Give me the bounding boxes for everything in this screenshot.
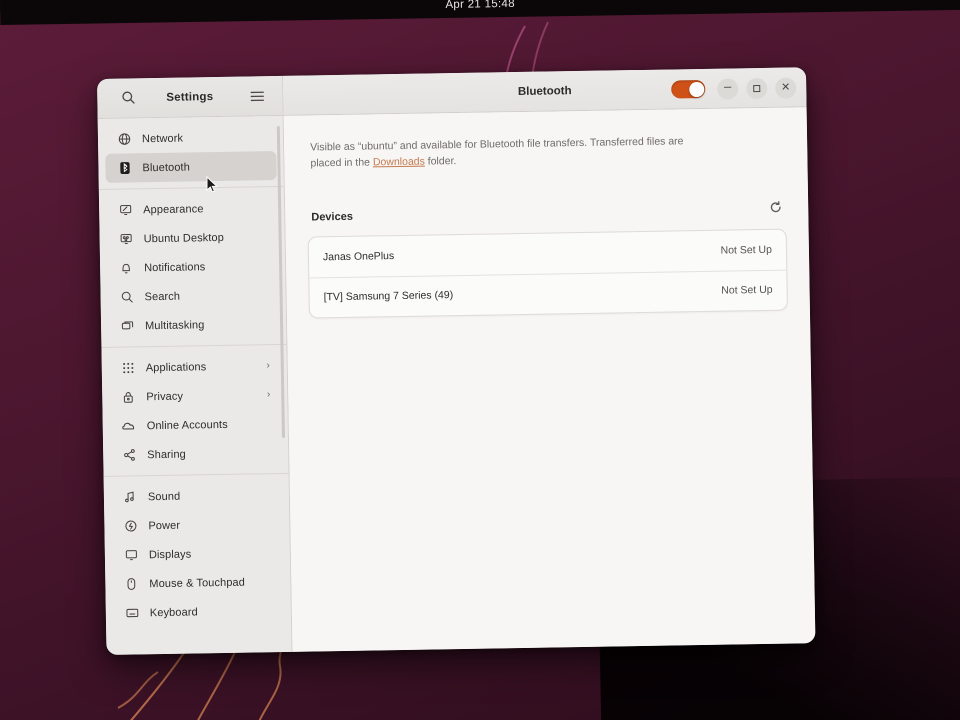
status-badge: Not Set Up	[721, 283, 773, 297]
search-icon[interactable]	[121, 90, 135, 109]
settings-window[interactable]: Settings Bluetooth – ✕ Network Bluetooth…	[97, 67, 816, 655]
sidebar-item-online-accounts[interactable]: Online Accounts	[110, 409, 281, 441]
sidebar-label: Notifications	[144, 260, 206, 274]
close-button[interactable]: ✕	[775, 76, 797, 99]
sidebar-label: Applications	[145, 360, 207, 374]
search-icon	[118, 290, 136, 303]
page-title: Bluetooth	[517, 84, 572, 98]
sidebar-label: Multitasking	[144, 318, 205, 332]
mouse-pointer-icon	[206, 176, 218, 193]
sidebar-label: Sharing	[147, 448, 186, 461]
sidebar-item-notifications[interactable]: Notifications	[107, 251, 278, 283]
sidebar-label: Search	[144, 290, 181, 303]
sidebar-label: Appearance	[143, 202, 204, 216]
sidebar-item-mouse-touchpad[interactable]: Mouse & Touchpad	[112, 567, 283, 599]
status-badge: Not Set Up	[720, 243, 773, 257]
sidebar-item-power[interactable]: Power	[111, 509, 282, 541]
devices-heading: Devices	[311, 210, 354, 223]
sidebar-item-network[interactable]: Network	[105, 122, 276, 154]
display-monitor-icon	[122, 548, 140, 561]
sidebar-headerbar: Settings	[97, 75, 284, 119]
sidebar-label: Keyboard	[149, 605, 198, 619]
minimize-button[interactable]: –	[717, 77, 739, 100]
music-note-icon	[121, 490, 139, 503]
devices-section-header: Devices	[311, 200, 782, 226]
sidebar-divider	[103, 472, 289, 477]
bluetooth-power-toggle[interactable]	[671, 79, 706, 99]
device-name: Janas OnePlus	[322, 249, 395, 263]
sidebar-label: Online Accounts	[146, 418, 228, 432]
bluetooth-panel: Visible as “ubuntu” and available for Bl…	[283, 107, 816, 652]
sidebar-item-privacy[interactable]: Privacy ›	[109, 380, 280, 412]
share-nodes-icon	[120, 448, 138, 461]
power-icon	[121, 519, 139, 532]
grid-apps-icon	[119, 362, 137, 374]
sidebar-divider	[98, 185, 284, 190]
appearance-monitor-icon	[116, 203, 134, 216]
lock-icon	[119, 390, 137, 403]
mouse-icon	[122, 577, 140, 590]
description-suffix: folder.	[424, 155, 457, 168]
maximize-square-icon	[753, 84, 761, 92]
sidebar-label: Sound	[147, 490, 181, 503]
sidebar-label: Mouse & Touchpad	[149, 576, 246, 590]
bell-icon	[117, 261, 135, 274]
sidebar-item-sound[interactable]: Sound	[111, 480, 282, 512]
chevron-right-icon: ›	[266, 360, 270, 372]
sidebar-label: Ubuntu Desktop	[143, 231, 225, 245]
sidebar-item-sharing[interactable]: Sharing	[110, 438, 281, 470]
sidebar-label: Network	[141, 132, 184, 145]
settings-sidebar[interactable]: Network Bluetooth Appearance Ubuntu Desk…	[97, 115, 293, 655]
sidebar-divider	[101, 343, 287, 348]
cloud-icon	[120, 420, 138, 431]
sidebar-item-keyboard[interactable]: Keyboard	[113, 596, 284, 628]
bluetooth-icon	[115, 161, 133, 175]
sidebar-item-applications[interactable]: Applications ›	[109, 351, 280, 383]
ubuntu-desktop-icon	[117, 232, 135, 245]
sidebar-item-ubuntu-desktop[interactable]: Ubuntu Desktop	[106, 222, 277, 254]
multitasking-windows-icon	[118, 319, 136, 332]
sidebar-title: Settings	[166, 90, 214, 104]
hamburger-menu-icon[interactable]	[250, 89, 265, 107]
description-prefix: Visible as “ubuntu” and available for Bl…	[310, 135, 684, 170]
sidebar-label: Power	[148, 519, 181, 532]
sidebar-item-bluetooth[interactable]: Bluetooth	[105, 151, 277, 183]
refresh-spinner-icon[interactable]	[769, 200, 782, 218]
sidebar-label: Bluetooth	[142, 160, 190, 174]
network-globe-icon	[115, 132, 133, 145]
sidebar-item-multitasking[interactable]: Multitasking	[108, 309, 279, 341]
sidebar-item-appearance[interactable]: Appearance	[106, 193, 277, 225]
device-name: [TV] Samsung 7 Series (49)	[323, 289, 454, 304]
keyboard-icon	[123, 607, 141, 618]
sidebar-label: Displays	[148, 548, 192, 561]
bluetooth-description: Visible as “ubuntu” and available for Bl…	[310, 133, 710, 172]
bluetooth-device-list: Janas OnePlus Not Set Up [TV] Samsung 7 …	[307, 228, 788, 319]
sidebar-label: Privacy	[146, 390, 184, 403]
sidebar-item-search[interactable]: Search	[107, 280, 278, 312]
table-row[interactable]: [TV] Samsung 7 Series (49) Not Set Up	[309, 269, 787, 318]
window-controls: – ✕	[671, 67, 797, 109]
toggle-knob	[688, 81, 704, 97]
maximize-button[interactable]	[746, 77, 768, 99]
sidebar-item-displays[interactable]: Displays	[112, 538, 283, 570]
downloads-link[interactable]: Downloads	[373, 156, 425, 169]
chevron-right-icon: ›	[266, 389, 271, 401]
